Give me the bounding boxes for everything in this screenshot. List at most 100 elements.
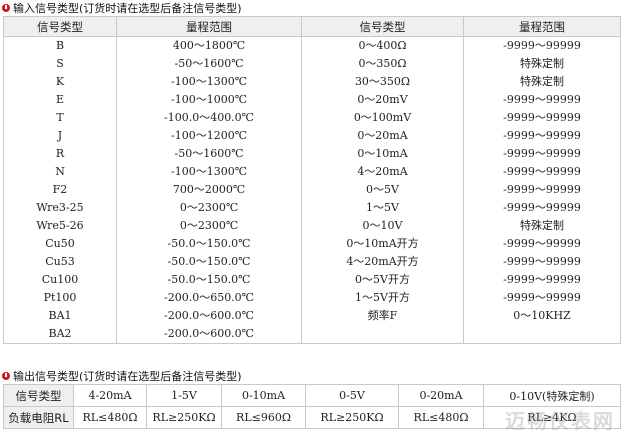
input-signal-type-cell-2: 0～5V开方 (301, 271, 464, 289)
output-signal-cell: 4-20mA (73, 384, 147, 407)
input-table-row: Cu100 -50.0～150.0℃ 0～5V开方 -9999～99999 (3, 271, 621, 289)
input-table-row: Cu50 -50.0～150.0℃ 0～10mA开方 -9999～99999 (3, 235, 621, 253)
col-header-range: 量程范围 (116, 16, 302, 37)
load-resistance-cell: RL≥250KΩ (146, 406, 222, 429)
input-signal-type-cell-2: 0～10mA开方 (301, 235, 464, 253)
input-table-row: BA2 -200.0～600.0℃ (3, 325, 621, 344)
input-signal-type-cell-2: 频率F (301, 307, 464, 325)
input-signal-type-cell: Cu50 (3, 235, 117, 253)
input-table-row: T -100.0～400.0℃ 0～100mV -9999～99999 (3, 109, 621, 127)
input-range-cell: 0～2300℃ (116, 217, 302, 235)
input-range-cell-2: -9999～99999 (463, 163, 621, 181)
input-range-cell-2: 0～10KHZ (463, 307, 621, 325)
input-range-cell: 0～2300℃ (116, 199, 302, 217)
input-range-cell: -100～1200℃ (116, 127, 302, 145)
input-signal-type-cell-2: 0～100mV (301, 109, 464, 127)
input-signal-type-cell-2: 4～20mA (301, 163, 464, 181)
input-signal-type-cell: Wre3-25 (3, 199, 117, 217)
input-table-row: S -50～1600℃ 0～350Ω 特殊定制 (3, 55, 621, 73)
input-range-cell-2 (463, 325, 621, 344)
input-range-cell: -50.0～150.0℃ (116, 271, 302, 289)
input-signal-type-cell-2: 0～350Ω (301, 55, 464, 73)
col-header-range-2: 量程范围 (463, 16, 621, 37)
input-table-row: K -100～1300℃ 30～350Ω 特殊定制 (3, 73, 621, 91)
input-table-row: Wre5-26 0～2300℃ 0～10V 特殊定制 (3, 217, 621, 235)
output-signal-row: 信号类型 4-20mA 1-5V 0-10mA 0-5V 0-20mA 0-10… (3, 384, 621, 407)
input-signal-type-cell-2: 30～350Ω (301, 73, 464, 91)
input-table-header-row: 信号类型 量程范围 信号类型 量程范围 (3, 16, 621, 37)
input-range-cell-2: 特殊定制 (463, 73, 621, 91)
load-resistance-label: 负载电阻RL (3, 406, 74, 429)
input-range-cell-2: -9999～99999 (463, 271, 621, 289)
input-signal-type-cell: R (3, 145, 117, 163)
input-signal-type-cell: Wre5-26 (3, 217, 117, 235)
output-section-title-text: 输出信号类型(订货时请在选型后备注信号类型) (13, 369, 242, 383)
input-table-row: B 400～1800℃ 0～400Ω -9999～99999 (3, 36, 621, 55)
input-range-cell: 700～2000℃ (116, 181, 302, 199)
input-range-cell: -50.0～150.0℃ (116, 235, 302, 253)
output-signal-cell: 0-5V (305, 384, 399, 407)
input-range-cell: -200.0～600.0℃ (116, 325, 302, 344)
output-signal-cell: 0-10V(特殊定制) (483, 384, 621, 407)
input-table-row: N -100～1300℃ 4～20mA -9999～99999 (3, 163, 621, 181)
load-resistance-cell: RL≤480Ω (73, 406, 147, 429)
input-signal-type-cell: Cu100 (3, 271, 117, 289)
input-range-cell: -100～1000℃ (116, 91, 302, 109)
input-signal-type-cell: F2 (3, 181, 117, 199)
input-signal-type-cell: B (3, 36, 117, 55)
input-signal-type-cell: K (3, 73, 117, 91)
input-signal-type-cell: S (3, 55, 117, 73)
load-resistance-cell: RL≤480Ω (398, 406, 484, 429)
input-range-cell: -200.0～650.0℃ (116, 289, 302, 307)
input-range-cell-2: -9999～99999 (463, 127, 621, 145)
input-signal-type-cell-2: 0～400Ω (301, 36, 464, 55)
input-signal-type-cell-2 (301, 325, 464, 344)
input-table-row: Cu53 -50.0～150.0℃ 4～20mA开方 -9999～99999 (3, 253, 621, 271)
load-resistance-cell: RL≥250KΩ (305, 406, 399, 429)
input-range-cell-2: -9999～99999 (463, 181, 621, 199)
watermark-logo: 迈畅仪表网 (505, 409, 615, 433)
input-table-row: F2 700～2000℃ 0～5V -9999～99999 (3, 181, 621, 199)
input-range-cell-2: 特殊定制 (463, 217, 621, 235)
input-section-title: 输入信号类型(订货时请在选型后备注信号类型) (2, 0, 242, 15)
input-signal-type-cell: J (3, 127, 117, 145)
input-signal-type-cell-2: 0～10V (301, 217, 464, 235)
input-table-row: BA1 -200.0～600.0℃ 频率F 0～10KHZ (3, 307, 621, 325)
input-signal-type-cell: E (3, 91, 117, 109)
input-range-cell-2: -9999～99999 (463, 253, 621, 271)
signal-type-label: 信号类型 (3, 384, 74, 407)
input-signal-type-cell: Cu53 (3, 253, 117, 271)
input-range-cell-2: 特殊定制 (463, 55, 621, 73)
bullet-icon (2, 371, 10, 380)
input-signal-type-cell-2: 1～5V开方 (301, 289, 464, 307)
input-section-title-text: 输入信号类型(订货时请在选型后备注信号类型) (13, 1, 242, 15)
input-range-cell-2: -9999～99999 (463, 199, 621, 217)
input-range-cell: -100.0～400.0℃ (116, 109, 302, 127)
input-range-cell: -200.0～600.0℃ (116, 307, 302, 325)
input-signal-type-cell: T (3, 109, 117, 127)
input-signal-type-cell: Pt100 (3, 289, 117, 307)
col-header-signal-type-2: 信号类型 (301, 16, 464, 37)
input-table-row: E -100～1000℃ 0～20mV -9999～99999 (3, 91, 621, 109)
input-table-row: R -50～1600℃ 0～10mA -9999～99999 (3, 145, 621, 163)
input-range-cell: 400～1800℃ (116, 36, 302, 55)
input-signal-type-cell-2: 0～20mA (301, 127, 464, 145)
input-signal-type-cell-2: 1～5V (301, 199, 464, 217)
input-range-cell: -100～1300℃ (116, 73, 302, 91)
input-signal-type-cell: BA1 (3, 307, 117, 325)
output-signal-cell: 0-10mA (221, 384, 306, 407)
input-range-cell-2: -9999～99999 (463, 235, 621, 253)
input-range-cell-2: -9999～99999 (463, 91, 621, 109)
input-table-row: Wre3-25 0～2300℃ 1～5V -9999～99999 (3, 199, 621, 217)
input-signal-type-cell-2: 0～20mV (301, 91, 464, 109)
input-range-cell: -100～1300℃ (116, 163, 302, 181)
input-range-cell-2: -9999～99999 (463, 36, 621, 55)
input-signal-type-cell-2: 0～10mA (301, 145, 464, 163)
input-signal-type-cell: BA2 (3, 325, 117, 344)
input-table-row: J -100～1200℃ 0～20mA -9999～99999 (3, 127, 621, 145)
input-signal-type-cell-2: 4～20mA开方 (301, 253, 464, 271)
input-range-cell-2: -9999～99999 (463, 289, 621, 307)
input-range-cell-2: -9999～99999 (463, 145, 621, 163)
input-range-cell: -50～1600℃ (116, 55, 302, 73)
input-range-cell: -50～1600℃ (116, 145, 302, 163)
